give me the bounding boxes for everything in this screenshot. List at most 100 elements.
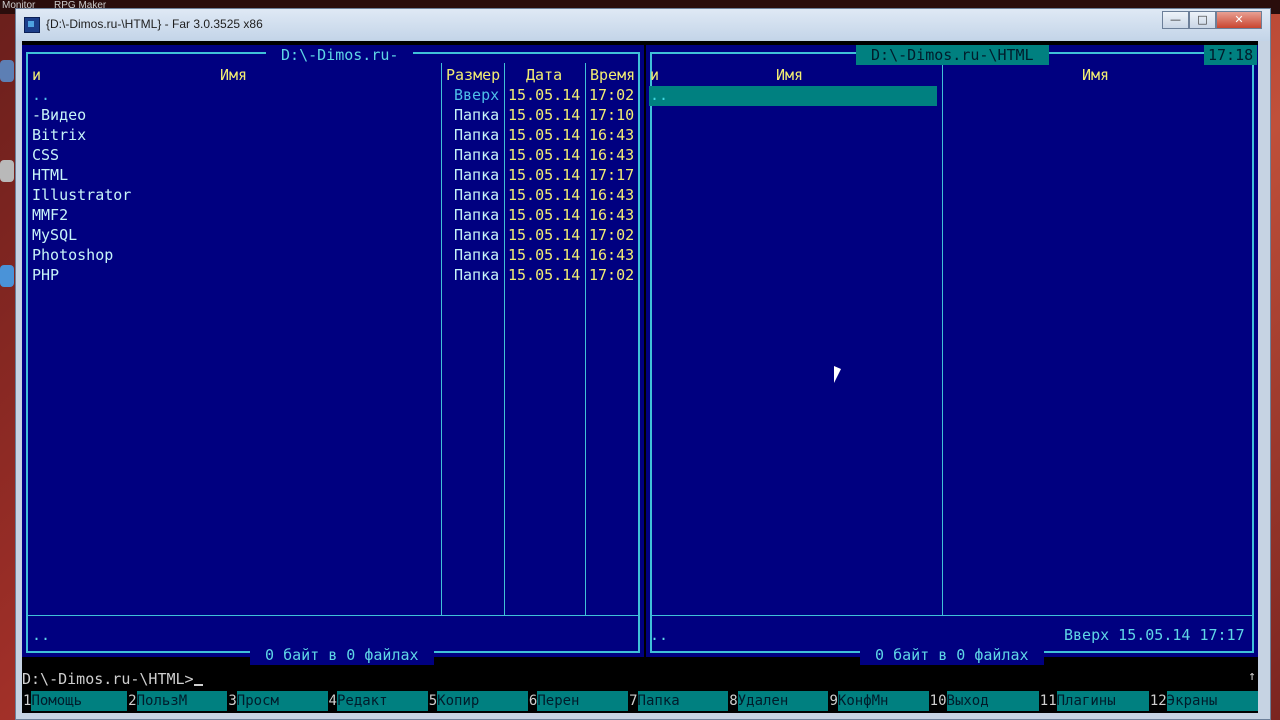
file-row-date[interactable]: 15.05.14 [508,165,580,185]
fkey-number: 1 [22,691,32,711]
file-row-time[interactable]: 17:17 [589,165,634,185]
column-header-n[interactable]: и [32,65,41,85]
right-panel-totals: 0 байт в 0 файлах [860,645,1044,665]
desktop-icon[interactable] [0,265,14,287]
fkey-3[interactable]: 3 Просм [227,691,328,711]
file-row-size[interactable]: Папка [454,205,499,225]
command-line[interactable]: D:\-Dimos.ru-\HTML> [22,669,203,689]
far-manager-window: {D:\-Dimos.ru-\HTML} - Far 3.0.3525 x86 … [15,8,1271,720]
left-file-panel[interactable]: D:\-Dimos.ru- и Имя Размер Дата Время ..… [22,45,644,665]
file-row-date[interactable]: 15.05.14 [508,105,580,125]
fkey-number: 7 [628,691,638,711]
close-button[interactable]: ✕ [1216,11,1262,29]
file-row-name[interactable]: .. [32,85,50,105]
fkey-12[interactable]: 12 Экраны [1148,691,1258,711]
file-row-date[interactable]: 15.05.14 [508,265,580,285]
file-row-time[interactable]: 17:02 [589,85,634,105]
file-row-date[interactable]: 15.05.14 [508,85,580,105]
file-row-time[interactable]: 16:43 [589,205,634,225]
fkey-label: Выход [946,691,1039,711]
file-row-date[interactable]: 15.05.14 [508,245,580,265]
fkey-6[interactable]: 6 Перен [527,691,629,711]
fkey-2[interactable]: 2 ПользМ [127,691,228,711]
command-prompt: D:\-Dimos.ru-\HTML> [22,670,194,688]
file-row-size[interactable]: Папка [454,145,499,165]
console-area: D:\-Dimos.ru- и Имя Размер Дата Время ..… [22,41,1258,713]
fkey-number: 3 [227,691,237,711]
fkey-label: ПользМ [136,691,228,711]
window-titlebar[interactable]: {D:\-Dimos.ru-\HTML} - Far 3.0.3525 x86 … [16,9,1270,41]
file-row-name[interactable]: Photoshop [32,245,113,265]
file-row-time[interactable]: 17:10 [589,105,634,125]
fkey-5[interactable]: 5 Копир [427,691,528,711]
file-row-name[interactable]: MMF2 [32,205,68,225]
file-row-size[interactable]: Папка [454,225,499,245]
left-panel-path[interactable]: D:\-Dimos.ru- [266,45,414,65]
column-header-date[interactable]: Дата [526,65,562,85]
file-row-date[interactable]: 15.05.14 [508,185,580,205]
fkey-label: Копир [437,691,528,711]
file-row-time[interactable]: 17:02 [589,265,634,285]
function-key-bar: 1 Помощь 2 ПользМ 3 Просм 4 Редакт 5 Копир 6 Перен 7… [22,691,1258,711]
column-header-name[interactable]: Имя [1082,65,1109,85]
file-row-size[interactable]: Папка [454,245,499,265]
file-row-time[interactable]: 16:43 [589,245,634,265]
right-panel-path[interactable]: D:\-Dimos.ru-\HTML [856,45,1049,65]
file-row-name[interactable]: MySQL [32,225,77,245]
right-status-name: .. [650,626,669,644]
file-row-updir[interactable]: .. [650,85,668,105]
column-header-name[interactable]: Имя [220,65,247,85]
fkey-number: 6 [527,691,538,711]
fkey-label: Перен [537,691,629,711]
fkey-11[interactable]: 11 Плагины [1038,691,1149,711]
file-row-size[interactable]: Папка [454,105,499,125]
file-row-size[interactable]: Папка [454,125,499,145]
file-row-size[interactable]: Папка [454,185,499,205]
file-row-size[interactable]: Папка [454,165,499,185]
fkey-number: 5 [427,691,438,711]
file-row-name[interactable]: -Видео [32,105,86,125]
fkey-10[interactable]: 10 Выход [928,691,1039,711]
fkey-7[interactable]: 7 Папка [628,691,729,711]
file-row-date[interactable]: 15.05.14 [508,145,580,165]
column-header-size[interactable]: Размер [446,65,500,85]
clock: 17:18 [1204,45,1258,65]
fkey-1[interactable]: 1 Помощь [22,691,128,711]
desktop-icon[interactable] [0,60,14,82]
file-row-size[interactable]: Папка [454,265,499,285]
desktop-icon[interactable] [0,160,14,182]
file-row-date[interactable]: 15.05.14 [508,125,580,145]
scroll-up-icon[interactable]: ↑ [1248,669,1256,684]
file-row-date[interactable]: 15.05.14 [508,225,580,245]
fkey-number: 2 [127,691,137,711]
file-row-name[interactable]: Bitrix [32,125,86,145]
selection-cursor[interactable] [649,86,937,106]
fkey-label: Плагины [1056,691,1149,711]
column-header-name[interactable]: Имя [776,65,803,85]
column-header-n[interactable]: и [650,65,659,85]
maximize-button[interactable]: □ [1189,11,1216,29]
fkey-label: Помощь [31,691,128,711]
fkey-8[interactable]: 8 Удален [728,691,829,711]
file-row-name[interactable]: PHP [32,265,59,285]
fkey-4[interactable]: 4 Редакт [327,691,428,711]
right-file-panel[interactable]: D:\-Dimos.ru-\HTML 17:18 и Имя Имя .. ..… [646,45,1258,665]
status-divider [28,615,638,616]
file-row-name[interactable]: CSS [32,145,59,165]
file-row-date[interactable]: 15.05.14 [508,205,580,225]
right-status-info: Вверх 15.05.14 17:17 [1064,626,1245,644]
minimize-button[interactable]: — [1162,11,1189,29]
file-row-name[interactable]: HTML [32,165,68,185]
fkey-9[interactable]: 9 КонфМн [828,691,929,711]
file-row-time[interactable]: 16:43 [589,125,634,145]
file-row-time[interactable]: 17:02 [589,225,634,245]
fkey-label: Редакт [336,691,428,711]
file-row-time[interactable]: 16:43 [589,185,634,205]
file-row-name[interactable]: Illustrator [32,185,131,205]
window-controls: — □ ✕ [1162,11,1262,29]
file-row-time[interactable]: 16:43 [589,145,634,165]
column-header-time[interactable]: Время [590,65,635,85]
far-app-icon[interactable] [24,17,40,33]
file-row-size[interactable]: Вверх [454,85,499,105]
column-divider [585,63,586,615]
